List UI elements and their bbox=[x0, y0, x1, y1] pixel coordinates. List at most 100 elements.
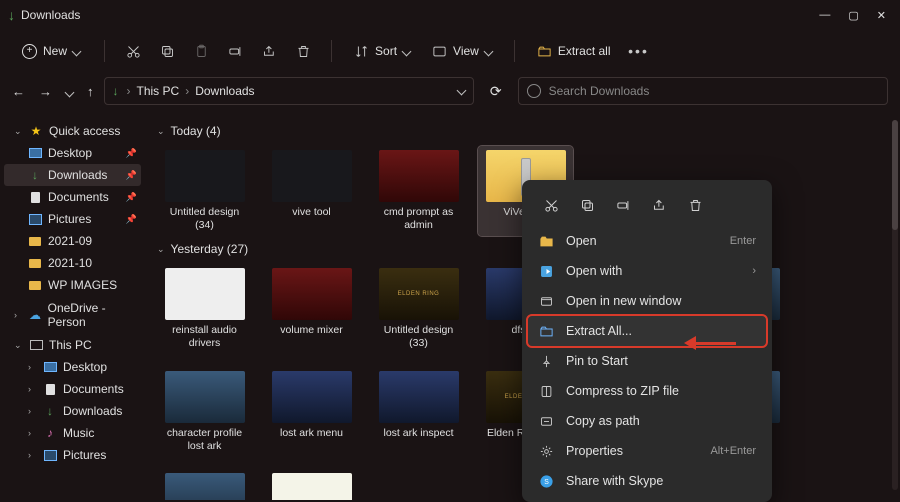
file-thumbnail: ELDEN RING bbox=[379, 268, 459, 320]
context-icon-row bbox=[528, 186, 766, 226]
group-header[interactable]: ⌄Today (4) bbox=[157, 124, 888, 138]
open-with-icon bbox=[538, 263, 554, 279]
skype-icon: S bbox=[538, 473, 554, 489]
sidebar-item-2021-09[interactable]: 2021-09 bbox=[4, 230, 141, 252]
file-thumbnail bbox=[379, 150, 459, 202]
desktop-icon bbox=[43, 360, 57, 374]
ctx-copy-button[interactable] bbox=[574, 192, 600, 218]
annotation-arrow bbox=[682, 336, 742, 350]
rename-button[interactable] bbox=[221, 37, 249, 65]
chevron-down-icon: ⌄ bbox=[157, 244, 165, 255]
sidebar-item-downloads[interactable]: ↓Downloads📌 bbox=[4, 164, 141, 186]
file-thumbnail bbox=[272, 371, 352, 423]
copy-button[interactable] bbox=[153, 37, 181, 65]
file-item[interactable]: Untitled design (34) bbox=[157, 146, 252, 236]
paste-button[interactable] bbox=[187, 37, 215, 65]
file-name: volume mixer bbox=[280, 324, 342, 337]
file-item[interactable]: lost ark menu bbox=[264, 367, 359, 457]
file-item[interactable]: volume mixer bbox=[264, 264, 359, 354]
plus-icon: + bbox=[22, 44, 37, 59]
downloads-app-icon: ↓ bbox=[8, 7, 15, 23]
file-item[interactable]: ELDEN RING Untitled design (33) bbox=[371, 264, 466, 354]
file-item[interactable]: vive tool bbox=[264, 146, 359, 236]
nav-arrows: ← → ↑ bbox=[12, 84, 94, 99]
ctx-share-skype[interactable]: S Share with Skype bbox=[528, 466, 766, 496]
cut-button[interactable] bbox=[119, 37, 147, 65]
sidebar-item-desktop[interactable]: Desktop📌 bbox=[4, 142, 141, 164]
svg-text:S: S bbox=[544, 479, 549, 486]
file-name: reinstall audio drivers bbox=[159, 324, 250, 350]
ctx-compress-zip[interactable]: Compress to ZIP file bbox=[528, 376, 766, 406]
file-item[interactable]: cmd prompt as admin bbox=[371, 146, 466, 236]
scrollbar-thumb[interactable] bbox=[892, 120, 898, 230]
ctx-properties[interactable]: Properties Alt+Enter bbox=[528, 436, 766, 466]
minimize-button[interactable]: — bbox=[819, 9, 830, 21]
properties-icon bbox=[538, 443, 554, 459]
recent-button[interactable] bbox=[66, 84, 73, 99]
sidebar-item-documents[interactable]: Documents📌 bbox=[4, 186, 141, 208]
sidebar-quick-access[interactable]: ⌄ ★ Quick access bbox=[4, 120, 141, 142]
star-icon: ★ bbox=[29, 124, 43, 138]
sidebar-this-pc[interactable]: ⌄ This PC bbox=[4, 334, 141, 356]
ctx-open[interactable]: Open Enter bbox=[528, 226, 766, 256]
music-icon: ♪ bbox=[43, 426, 57, 440]
new-window-icon bbox=[538, 293, 554, 309]
ctx-open-with[interactable]: Open with › bbox=[528, 256, 766, 286]
chevron-right-icon: › bbox=[752, 265, 756, 277]
refresh-button[interactable]: ⟳ bbox=[490, 83, 502, 100]
view-icon bbox=[432, 44, 447, 59]
ctx-cut-button[interactable] bbox=[538, 192, 564, 218]
sidebar-pc-desktop[interactable]: ›Desktop bbox=[4, 356, 141, 378]
extract-icon bbox=[538, 323, 554, 339]
ctx-copy-path[interactable]: Copy as path bbox=[528, 406, 766, 436]
downloads-icon: ↓ bbox=[113, 84, 119, 98]
maximize-button[interactable]: ▢ bbox=[848, 9, 858, 22]
ctx-rename-button[interactable] bbox=[610, 192, 636, 218]
chevron-down-icon: ⌄ bbox=[157, 126, 165, 137]
up-button[interactable]: ↑ bbox=[87, 84, 94, 99]
share-button[interactable] bbox=[255, 37, 283, 65]
delete-button[interactable] bbox=[289, 37, 317, 65]
file-item[interactable]: character profile lost ark bbox=[157, 367, 252, 457]
file-item[interactable]: elden ring 60 fps bbox=[264, 469, 359, 500]
sidebar-pc-documents[interactable]: ›Documents bbox=[4, 378, 141, 400]
file-thumbnail bbox=[165, 268, 245, 320]
desktop-icon bbox=[28, 146, 42, 160]
sidebar-item-pictures[interactable]: Pictures📌 bbox=[4, 208, 141, 230]
breadcrumb-root[interactable]: This PC bbox=[137, 84, 180, 98]
ctx-share-button[interactable] bbox=[646, 192, 672, 218]
search-input[interactable]: Search Downloads bbox=[518, 77, 888, 105]
chevron-down-icon bbox=[485, 44, 492, 58]
sidebar-onedrive[interactable]: › ☁ OneDrive - Person bbox=[4, 304, 141, 326]
sidebar-pc-music[interactable]: ›♪Music bbox=[4, 422, 141, 444]
more-button[interactable]: ••• bbox=[625, 37, 653, 65]
breadcrumb-current[interactable]: Downloads bbox=[195, 84, 254, 98]
new-button[interactable]: + New bbox=[12, 40, 90, 63]
back-button[interactable]: ← bbox=[12, 84, 25, 99]
sort-button[interactable]: Sort bbox=[346, 40, 418, 63]
sidebar-pc-downloads[interactable]: ›↓Downloads bbox=[4, 400, 141, 422]
file-item[interactable] bbox=[157, 469, 252, 500]
file-item[interactable]: reinstall audio drivers bbox=[157, 264, 252, 354]
view-button[interactable]: View bbox=[424, 40, 500, 63]
ctx-pin-start[interactable]: Pin to Start bbox=[528, 346, 766, 376]
file-item[interactable]: lost ark inspect bbox=[371, 367, 466, 457]
address-bar[interactable]: ↓ › This PC › Downloads bbox=[104, 77, 474, 105]
ctx-open-new-window[interactable]: Open in new window bbox=[528, 286, 766, 316]
doc-icon bbox=[28, 190, 42, 204]
sidebar-pc-pictures[interactable]: ›Pictures bbox=[4, 444, 141, 466]
sidebar-item-wp-images[interactable]: WP IMAGES bbox=[4, 274, 141, 296]
close-button[interactable]: ✕ bbox=[877, 9, 886, 22]
extract-icon bbox=[537, 44, 552, 59]
ctx-delete-button[interactable] bbox=[682, 192, 708, 218]
chevron-down-icon: ⌄ bbox=[14, 340, 23, 351]
search-placeholder: Search Downloads bbox=[549, 84, 650, 98]
pin-icon bbox=[538, 353, 554, 369]
dl-icon: ↓ bbox=[28, 168, 42, 182]
forward-button[interactable]: → bbox=[39, 84, 52, 99]
chevron-down-icon[interactable] bbox=[458, 86, 465, 97]
window-controls: — ▢ ✕ bbox=[819, 9, 892, 22]
extract-all-button[interactable]: Extract all bbox=[529, 40, 619, 63]
file-name: Untitled design (33) bbox=[373, 324, 464, 350]
sidebar-item-2021-10[interactable]: 2021-10 bbox=[4, 252, 141, 274]
